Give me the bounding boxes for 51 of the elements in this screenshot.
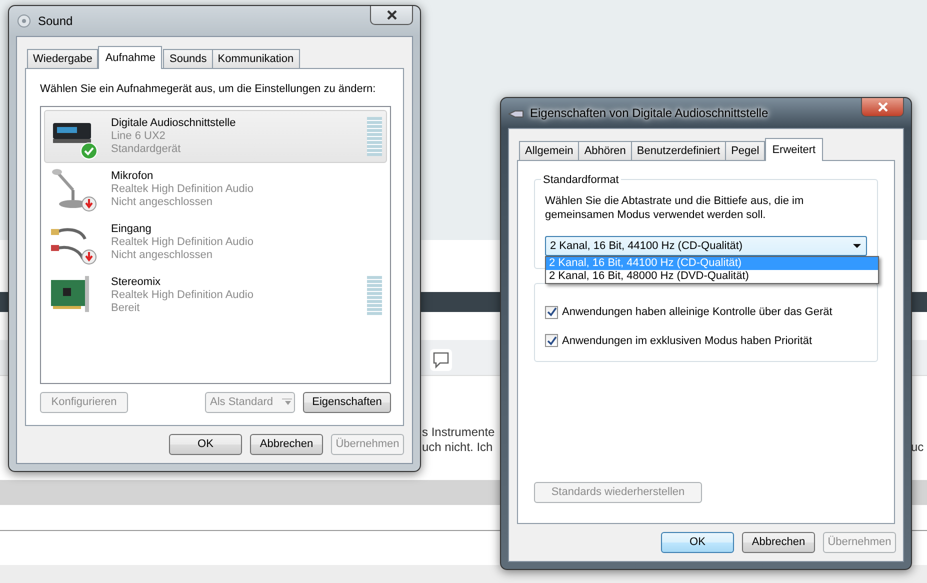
device-driver: Realtek High Definition Audio [111,288,254,302]
description-text: Wählen Sie die Abtastrate und die Bittiefe aus, die im gemeinsamen Modus verwendet werden soll. [545,194,805,222]
tab[interactable]: Wiedergabe [27,49,98,68]
device-item[interactable]: Eingang Realtek High Definition Audio Nicht angeschlossen [44,216,387,268]
tab[interactable]: Sounds [163,49,213,68]
device-status: Nicht angeschlossen [111,196,214,208]
device-item[interactable]: Stereomix Realtek High Definition Audio Bereit [44,268,387,322]
checkbox-label: Anwendungen haben alleinige Kontrolle über das Gerät [562,305,832,320]
tab[interactable]: Kommunikation [212,49,300,68]
device-name: Digitale Audioschnittstelle [111,116,236,130]
tab[interactable]: Pegel [725,141,766,160]
format-dropdown[interactable]: 2 Kanal, 16 Bit, 44100 Hz (CD-Qualität) [545,236,867,256]
close-icon [386,10,396,20]
device-item[interactable]: Digitale Audioschnittstelle Line 6 UX2 Standardgerät [44,110,387,162]
checkbox-label: Anwendungen im exklusiven Modus haben Priorität [562,334,812,348]
speech-bubble-icon [431,350,451,370]
tab[interactable]: Abhören [578,141,632,160]
device-status: Standardgerät [111,142,182,156]
checkmark-icon [546,307,556,318]
dialog-button[interactable]: Abbrechen [250,434,323,454]
device-status: Bereit [111,302,141,314]
close-button[interactable] [861,98,904,117]
page-text: uc [911,439,924,456]
device-driver: Realtek High Definition Audio [111,236,254,248]
window-title: Eigenschaften von Digitale Audioschnittstelle [530,105,768,122]
checkbox[interactable] [545,306,558,319]
dialog-button[interactable]: OK [169,434,242,454]
dropdown-option[interactable]: 2 Kanal, 16 Bit, 48000 Hz (DVD-Qualität) [546,270,878,283]
device-driver: Line 6 UX2 [111,130,166,142]
toolbar-button[interactable] [430,349,452,371]
checkbox[interactable] [545,334,558,348]
device-driver: Realtek High Definition Audio [111,182,254,196]
dialog-button[interactable]: OK [661,532,734,553]
tab[interactable]: Erweitert [765,138,823,161]
tab[interactable]: Allgemein [519,141,580,160]
dialog-button[interactable]: Eigenschaften [303,392,391,412]
tab[interactable]: Benutzerdefiniert [630,141,726,160]
device-item[interactable]: Mikrofon Realtek High Definition Audio Nicht angeschlossen [44,162,387,216]
page-text: uch nicht. Ich [422,439,493,456]
device-name: Mikrofon [111,170,154,182]
window-title: Sound [38,13,73,30]
device-name: Stereomix [111,276,162,288]
device-name: Eingang [111,222,152,236]
page-text: s Instrumente [422,424,495,441]
close-button[interactable] [370,6,413,25]
tab[interactable]: Aufnahme [98,46,162,69]
instruction-text: Wählen Sie ein Aufnahmegerät aus, um die Einstellungen zu ändern: [40,82,377,97]
checkmark-icon [546,336,556,346]
device-status: Nicht angeschlossen [111,248,214,262]
dialog-button[interactable]: Abbrechen [742,532,815,553]
close-icon [878,102,888,112]
